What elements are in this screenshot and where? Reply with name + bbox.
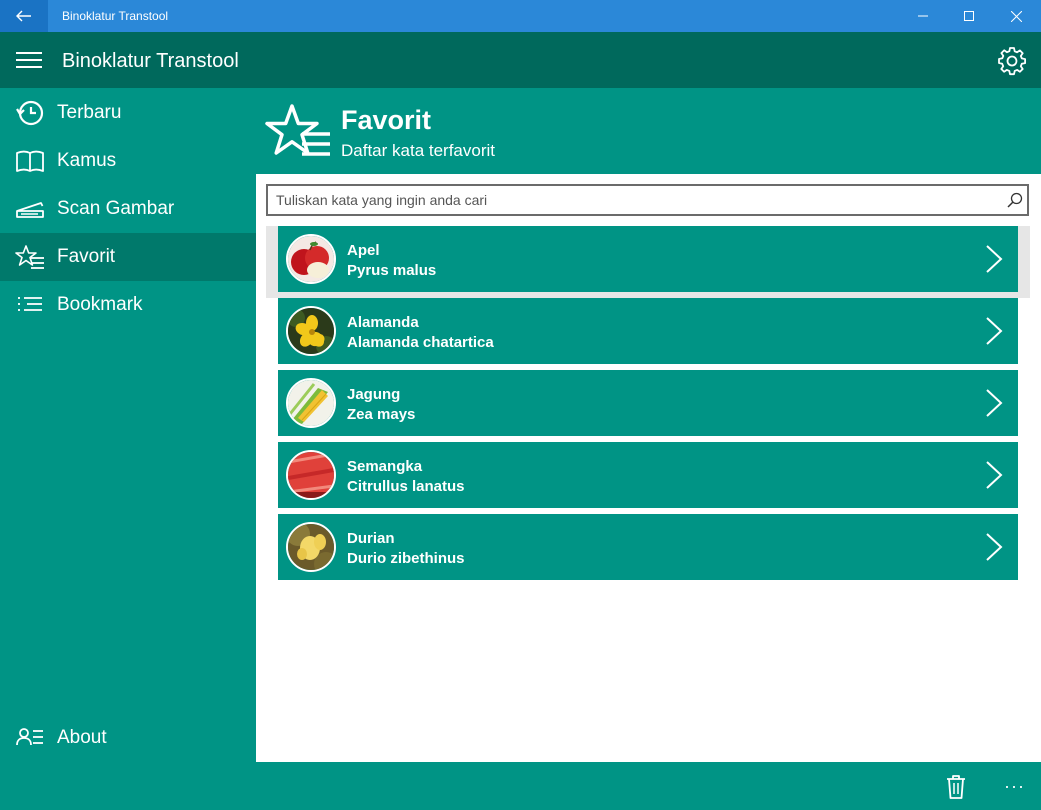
book-icon <box>16 150 44 172</box>
page-subtitle: Daftar kata terfavorit <box>341 141 496 160</box>
scanner-icon <box>16 202 44 218</box>
item-subtitle: Pyrus malus <box>347 262 437 279</box>
chevron-right-icon <box>986 461 1003 489</box>
contact-list-icon <box>16 728 43 746</box>
durian-image <box>286 522 336 572</box>
allamanda-flower-image <box>286 306 336 356</box>
watermelon-image <box>286 450 336 500</box>
item-title: Alamanda <box>347 314 419 331</box>
app-header: Binoklatur Transtool <box>0 32 1041 88</box>
chevron-right-icon <box>986 317 1003 345</box>
sidebar-item-label: Scan Gambar <box>57 198 175 219</box>
item-title: Jagung <box>347 386 401 403</box>
chevron-right-icon <box>986 389 1003 417</box>
item-title: Semangka <box>347 458 423 475</box>
list-item[interactable]: Jagung Zea mays <box>278 370 1018 436</box>
chevron-right-icon <box>986 533 1003 561</box>
chevron-right-icon <box>986 245 1003 273</box>
close-button[interactable] <box>993 0 1039 32</box>
sidebar-item-terbaru[interactable]: Terbaru <box>0 89 256 137</box>
star-list-icon <box>15 245 44 269</box>
apple-image <box>286 234 336 284</box>
list-item[interactable]: Semangka Citrullus lanatus <box>278 442 1018 508</box>
back-arrow-icon <box>16 10 31 22</box>
search-box <box>266 184 1029 216</box>
item-subtitle: Durio zibethinus <box>347 550 465 567</box>
window-titlebar: Binoklatur Transtool <box>0 0 1041 32</box>
item-title: Apel <box>347 242 380 259</box>
hamburger-menu-button[interactable] <box>14 48 44 72</box>
list-icon <box>18 297 42 311</box>
minimize-button[interactable] <box>900 0 946 32</box>
sidebar-item-label: Terbaru <box>57 102 122 123</box>
corn-image <box>286 378 336 428</box>
page-header: Favorit Daftar kata terfavorit <box>256 88 1041 174</box>
item-subtitle: Zea mays <box>347 406 416 423</box>
content-panel: Apel Pyrus malus Alamanda Alamanda cha <box>256 174 1041 762</box>
maximize-icon <box>964 11 974 21</box>
minimize-icon <box>918 15 928 17</box>
back-button[interactable] <box>0 0 48 32</box>
search-icon[interactable] <box>1006 191 1024 209</box>
list-item[interactable]: Apel Pyrus malus <box>278 226 1018 292</box>
close-icon <box>1010 10 1022 22</box>
maximize-button[interactable] <box>946 0 992 32</box>
item-subtitle: Citrullus lanatus <box>347 478 465 495</box>
sidebar-item-label: Kamus <box>57 150 117 171</box>
sidebar-item-kamus[interactable]: Kamus <box>0 137 256 185</box>
search-input[interactable] <box>276 190 996 210</box>
trash-icon[interactable] <box>944 774 968 800</box>
list-item[interactable]: Alamanda Alamanda chatartica <box>278 298 1018 364</box>
item-title: Durian <box>347 530 395 547</box>
more-options-button[interactable]: ··· <box>1004 776 1025 797</box>
sidebar-item-label: About <box>57 727 107 748</box>
bottom-command-bar: ··· <box>0 762 1041 810</box>
gear-icon[interactable] <box>996 45 1028 77</box>
window-title: Binoklatur Transtool <box>62 9 169 23</box>
sidebar-item-scan-gambar[interactable]: Scan Gambar <box>0 185 256 233</box>
sidebar: Terbaru Kamus Scan Gambar Favorit Bookma… <box>0 88 256 762</box>
sidebar-item-about[interactable]: About <box>0 714 256 762</box>
sidebar-item-label: Favorit <box>57 246 116 267</box>
app-title: Binoklatur Transtool <box>62 50 239 72</box>
sidebar-item-favorit[interactable]: Favorit <box>0 233 256 281</box>
page-title: Favorit <box>341 105 432 135</box>
star-list-icon <box>265 104 330 156</box>
sidebar-item-label: Bookmark <box>57 294 143 315</box>
history-icon <box>16 100 44 126</box>
sidebar-item-bookmark[interactable]: Bookmark <box>0 281 256 329</box>
item-subtitle: Alamanda chatartica <box>347 334 494 351</box>
list-item[interactable]: Durian Durio zibethinus <box>278 514 1018 580</box>
